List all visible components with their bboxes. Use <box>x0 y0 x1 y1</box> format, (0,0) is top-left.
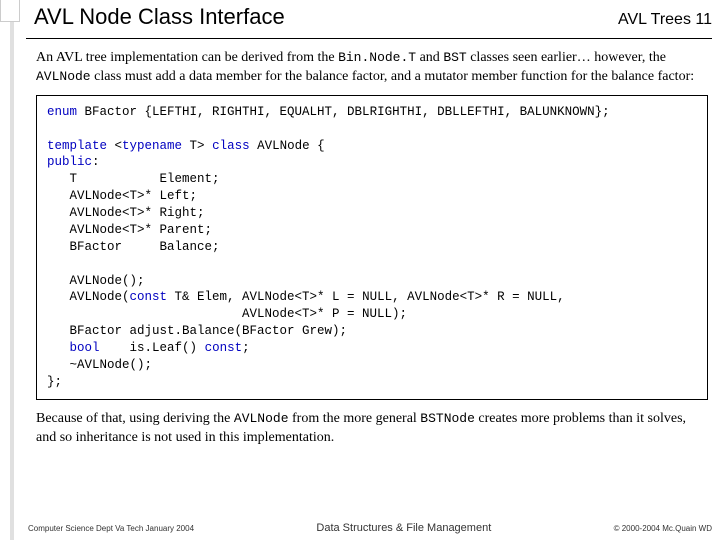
slide-section-page: AVL Trees 11 <box>618 11 712 29</box>
keyword: bool <box>70 341 100 355</box>
footer-left: Computer Science Dept Va Tech January 20… <box>28 524 194 533</box>
keyword: const <box>205 341 243 355</box>
code-listing: enum BFactor {LEFTHI, RIGHTHI, EQUALHT, … <box>36 95 708 400</box>
keyword: public <box>47 155 92 169</box>
footer-right: © 2000-2004 Mc.Quain WD <box>614 524 712 533</box>
section-label: AVL Trees <box>618 11 691 28</box>
code-inline: AVLNode <box>36 69 91 84</box>
content-area: An AVL tree implementation can be derive… <box>26 38 712 447</box>
page-number: 11 <box>695 11 712 28</box>
outro-paragraph: Because of that, using deriving the AVLN… <box>36 410 708 448</box>
slide-header: AVL Node Class Interface AVL Trees 11 <box>22 0 712 38</box>
page-tab-decor <box>0 0 20 22</box>
code-inline: Bin.Node.T <box>338 50 416 65</box>
footer-center: Data Structures & File Management <box>316 522 491 534</box>
code-inline: AVLNode <box>234 411 289 426</box>
keyword: class <box>212 139 250 153</box>
intro-paragraph: An AVL tree implementation can be derive… <box>36 49 708 87</box>
keyword: enum <box>47 105 77 119</box>
slide-page: AVL Node Class Interface AVL Trees 11 An… <box>10 0 720 540</box>
code-inline: BST <box>443 50 466 65</box>
keyword: template <box>47 139 107 153</box>
slide-footer: Computer Science Dept Va Tech January 20… <box>28 518 712 534</box>
keyword: typename <box>122 139 182 153</box>
keyword: const <box>130 290 168 304</box>
code-inline: BSTNode <box>420 411 475 426</box>
slide-title: AVL Node Class Interface <box>34 4 285 30</box>
